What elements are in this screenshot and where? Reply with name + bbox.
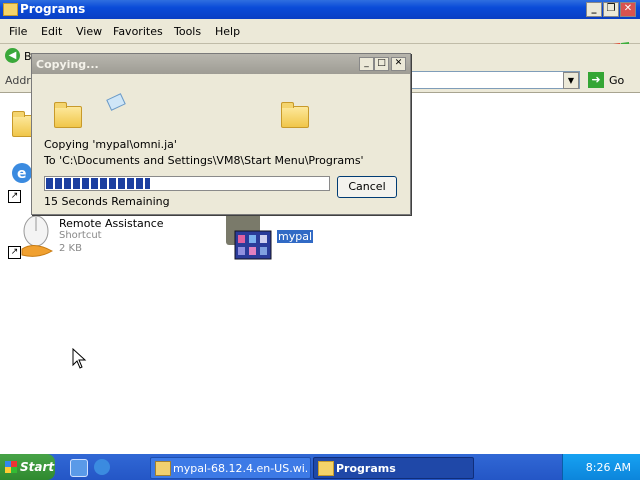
clock[interactable]: 8:26 AM bbox=[586, 461, 631, 474]
cancel-button[interactable]: Cancel bbox=[337, 176, 397, 198]
menu-favorites[interactable]: Favorites bbox=[113, 25, 163, 38]
menu-tools[interactable]: Tools bbox=[174, 25, 201, 38]
system-tray: 8:26 AM bbox=[562, 454, 640, 480]
windows-flag-icon bbox=[5, 461, 17, 473]
go-button-label[interactable]: Go bbox=[609, 74, 624, 87]
item-name-selected[interactable]: mypal bbox=[277, 230, 314, 243]
mouse-cursor-icon bbox=[72, 348, 87, 369]
taskbar-item-installer[interactable]: mypal-68.12.4.en-US.wi... bbox=[150, 457, 311, 479]
installer-icon bbox=[155, 461, 171, 476]
close-button[interactable]: ✕ bbox=[620, 2, 636, 17]
time-remaining-text: 15 Seconds Remaining bbox=[44, 195, 170, 208]
menu-help[interactable]: Help bbox=[215, 25, 240, 38]
minimize-button[interactable]: _ bbox=[586, 2, 602, 17]
show-desktop-icon[interactable] bbox=[70, 459, 88, 477]
go-arrow-icon[interactable]: ➜ bbox=[588, 72, 604, 88]
copying-dialog[interactable]: Copying... _ □ ✕ Copying 'mypal\omni.ja'… bbox=[31, 53, 411, 215]
dialog-title: Copying... bbox=[36, 58, 99, 71]
restore-button[interactable]: ❐ bbox=[603, 2, 619, 17]
chevron-down-icon[interactable]: ▼ bbox=[563, 72, 579, 89]
window-titlebar[interactable]: Programs _ ❐ ✕ bbox=[0, 0, 640, 19]
taskbar-item-label: Programs bbox=[336, 462, 396, 475]
item-name[interactable]: Remote Assistance bbox=[59, 217, 164, 230]
copying-destination-text: To 'C:\Documents and Settings\VM8\Start … bbox=[44, 154, 364, 167]
program-group-icon[interactable] bbox=[234, 230, 272, 260]
back-arrow-icon[interactable]: ◀ bbox=[5, 48, 20, 63]
taskbar-item-label: mypal-68.12.4.en-US.wi... bbox=[173, 462, 307, 475]
dialog-titlebar[interactable]: Copying... _ □ ✕ bbox=[32, 54, 410, 74]
internet-explorer-icon[interactable] bbox=[94, 459, 110, 475]
copy-progress-bar bbox=[44, 176, 330, 191]
start-label: Start bbox=[20, 460, 55, 474]
shortcut-arrow-icon: ↗ bbox=[8, 246, 21, 259]
taskbar: Start mypal-68.12.4.en-US.wi... Programs… bbox=[0, 454, 640, 480]
progress-fill bbox=[46, 178, 151, 189]
menu-view[interactable]: View bbox=[76, 25, 102, 38]
start-button[interactable]: Start bbox=[0, 454, 55, 480]
item-type: Shortcut bbox=[59, 230, 102, 241]
destination-folder-icon bbox=[281, 102, 309, 128]
folder-icon bbox=[3, 3, 18, 16]
close-button[interactable]: ✕ bbox=[391, 57, 406, 71]
shortcut-arrow-icon: ↗ bbox=[8, 190, 21, 203]
menu-file[interactable]: File bbox=[9, 25, 27, 38]
menu-bar: File Edit View Favorites Tools Help bbox=[0, 19, 640, 57]
maximize-button[interactable]: □ bbox=[374, 57, 389, 71]
window-title: Programs bbox=[20, 2, 86, 16]
minimize-button[interactable]: _ bbox=[359, 57, 374, 71]
item-size: 2 KB bbox=[59, 243, 82, 254]
copying-file-text: Copying 'mypal\omni.ja' bbox=[44, 138, 177, 151]
folder-icon bbox=[318, 461, 334, 476]
svg-text:e: e bbox=[17, 166, 27, 182]
taskbar-item-programs[interactable]: Programs bbox=[313, 457, 474, 479]
menu-edit[interactable]: Edit bbox=[41, 25, 62, 38]
source-folder-icon bbox=[54, 102, 82, 128]
flying-document-icon bbox=[106, 93, 126, 111]
